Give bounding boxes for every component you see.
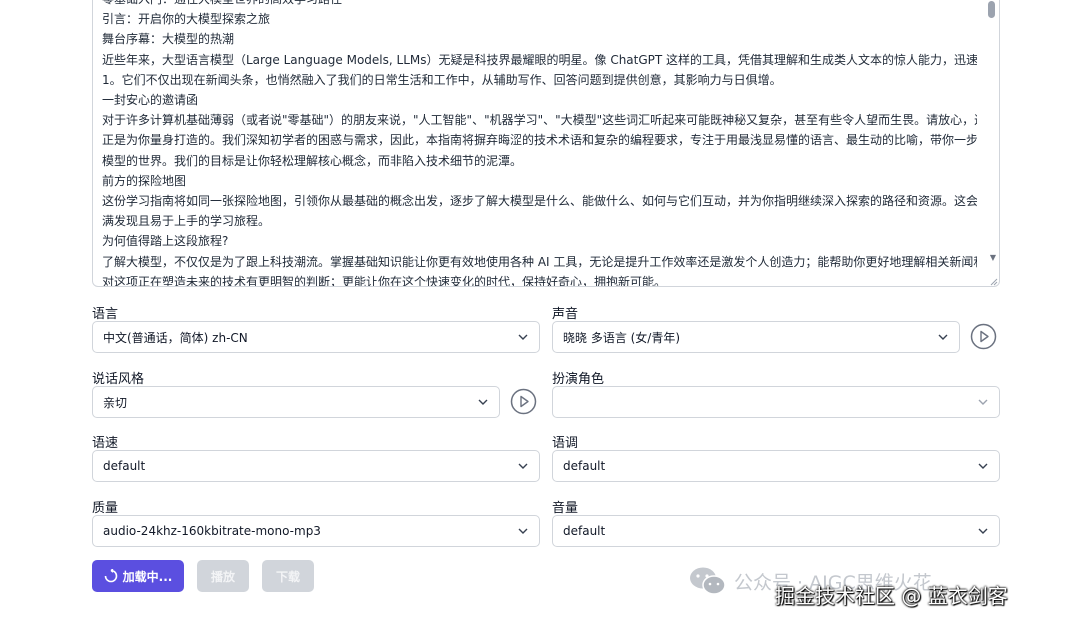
style-select[interactable]: 亲切 xyxy=(92,386,500,418)
text-content: 零基础入门：通往大模型世界的高效学习路径 引言：开启你的大模型探索之旅 舞台序幕… xyxy=(102,0,977,287)
text-line: 引言：开启你的大模型探索之旅 xyxy=(102,12,271,27)
quality-select[interactable]: audio-24khz-160kbitrate-mono-mp3 xyxy=(92,515,540,547)
resize-grip-icon[interactable] xyxy=(988,276,998,286)
chevron-down-icon xyxy=(518,334,528,340)
voice-value: 晓晓 多语言 (女/青年) xyxy=(563,330,681,345)
rate-label: 语速 xyxy=(92,436,119,451)
volume-select[interactable]: default xyxy=(552,515,1000,547)
chevron-down-icon xyxy=(978,463,988,469)
play-button-label: 播放 xyxy=(210,569,235,584)
rate-value: default xyxy=(103,459,146,473)
rate-select[interactable]: default xyxy=(92,450,540,482)
volume-value: default xyxy=(563,524,606,538)
scrollbar[interactable]: ▼ xyxy=(985,0,999,286)
chevron-down-icon xyxy=(518,463,528,469)
download-button[interactable]: 下载 xyxy=(262,560,314,592)
pitch-label: 语调 xyxy=(552,436,579,451)
text-line: 对这项正在塑造未来的技术有更明智的判断；更能让你在这个快速变化的时代，保持好奇心… xyxy=(102,274,667,287)
text-line: 为何值得踏上这段旅程? xyxy=(102,234,229,249)
text-line: 了解大模型，不仅仅是为了跟上科技潮流。掌握基础知识能让你更有效地使用各种 AI … xyxy=(102,254,977,269)
style-label: 说话风格 xyxy=(92,372,145,387)
chevron-down-icon xyxy=(938,334,948,340)
text-line: 对于许多计算机基础薄弱（或者说"零基础"）的朋友来说，"人工智能"、"机器学习"… xyxy=(102,113,977,128)
chevron-down-icon xyxy=(978,399,988,405)
role-label: 扮演角色 xyxy=(552,372,605,387)
spinner-icon xyxy=(104,569,117,583)
text-line: 一封安心的邀请函 xyxy=(102,93,199,108)
juejin-watermark: 掘金技术社区 @ 蓝衣剑客 xyxy=(775,584,1008,608)
style-preview-play-icon[interactable] xyxy=(510,388,537,415)
play-button[interactable]: 播放 xyxy=(197,560,249,592)
volume-label: 音量 xyxy=(552,501,579,516)
language-select[interactable]: 中文(普通话，简体) zh-CN xyxy=(92,321,540,353)
text-line: 这份学习指南将如同一张探险地图，引领你从最基础的概念出发，逐步了解大模型是什么、… xyxy=(102,194,977,209)
voice-preview-play-icon[interactable] xyxy=(970,323,997,350)
pitch-select[interactable]: default xyxy=(552,450,1000,482)
text-line: 零基础入门：通往大模型世界的高效学习路径 xyxy=(102,0,977,9)
text-line: 1。它们不仅出现在新闻头条，也悄然融入了我们的日常生活和工作中，从辅助写作、回答… xyxy=(102,72,782,87)
quality-label: 质量 xyxy=(92,501,119,516)
role-select[interactable] xyxy=(552,386,1000,418)
chevron-down-icon xyxy=(478,399,488,405)
quality-value: audio-24khz-160kbitrate-mono-mp3 xyxy=(103,524,321,538)
download-button-label: 下载 xyxy=(275,569,300,584)
voice-label: 声音 xyxy=(552,307,579,322)
voice-select[interactable]: 晓晓 多语言 (女/青年) xyxy=(552,321,960,353)
text-line: 正是为你量身打造的。我们深知初学者的困惑与需求，因此，本指南将摒弃晦涩的技术术语… xyxy=(102,133,977,148)
language-label: 语言 xyxy=(92,307,119,322)
pitch-value: default xyxy=(563,459,606,473)
scroll-thumb[interactable] xyxy=(988,1,995,18)
text-line: 模型的世界。我们的目标是让你轻松理解核心概念，而非陷入技术细节的泥潭。 xyxy=(102,153,523,168)
chevron-down-icon xyxy=(518,528,528,534)
style-value: 亲切 xyxy=(103,395,128,410)
text-line: 舞台序幕：大模型的热潮 xyxy=(102,32,235,47)
load-button[interactable]: 加载中... xyxy=(92,560,184,592)
text-line: 前方的探险地图 xyxy=(102,173,187,188)
text-line: 近些年来，大型语言模型（Large Language Models, LLMs）… xyxy=(102,52,977,67)
wechat-icon xyxy=(690,567,726,595)
text-input-area[interactable]: 零基础入门：通往大模型世界的高效学习路径 引言：开启你的大模型探索之旅 舞台序幕… xyxy=(92,0,1000,287)
text-line: 满发现且易于上手的学习旅程。 xyxy=(102,214,271,229)
language-value: 中文(普通话，简体) zh-CN xyxy=(103,330,248,345)
load-button-label: 加载中... xyxy=(122,569,173,584)
scroll-down-arrow-icon[interactable]: ▼ xyxy=(990,253,996,262)
chevron-down-icon xyxy=(978,528,988,534)
